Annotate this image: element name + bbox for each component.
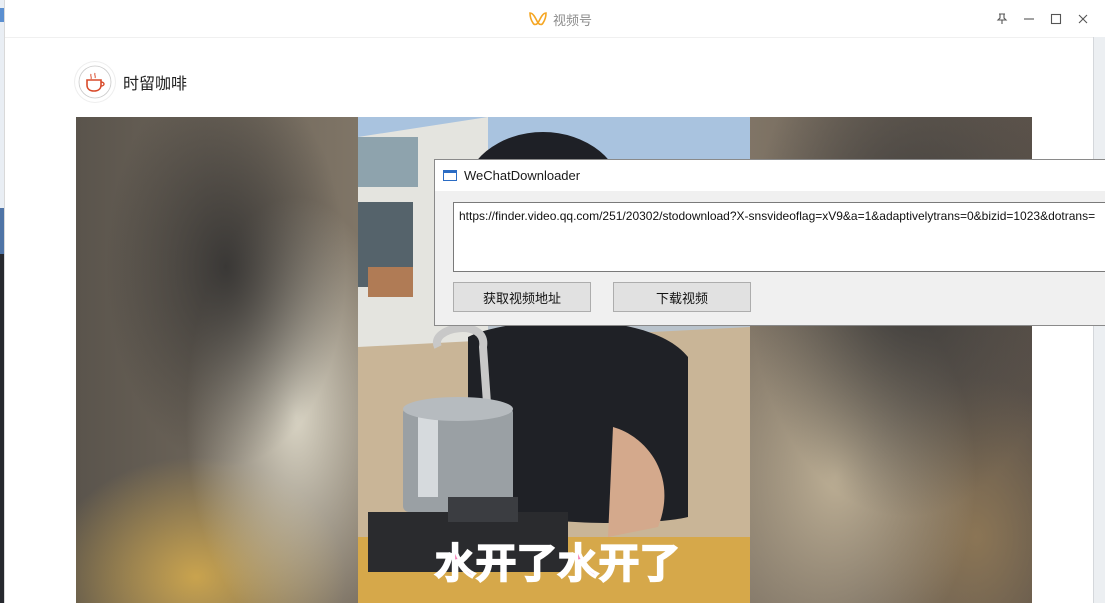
downloader-dialog: WeChatDownloader https://finder.video.qq… — [434, 159, 1105, 326]
dialog-titlebar[interactable]: WeChatDownloader — [435, 160, 1105, 191]
window-titlebar[interactable]: 视频号 — [5, 0, 1105, 38]
channel-header[interactable]: 时留咖啡 — [75, 62, 187, 102]
window-title: 视频号 — [529, 9, 592, 29]
maximize-icon[interactable] — [1046, 9, 1066, 29]
window-title-text: 视频号 — [553, 13, 593, 29]
download-video-button[interactable]: 下载视频 — [613, 282, 751, 312]
channel-name[interactable]: 时留咖啡 — [123, 70, 187, 94]
get-video-address-button[interactable]: 获取视频地址 — [453, 282, 591, 312]
dialog-title: WeChatDownloader — [464, 168, 581, 183]
minimize-icon[interactable] — [1019, 9, 1039, 29]
window-app-icon — [443, 170, 457, 181]
channel-avatar[interactable] — [75, 62, 115, 102]
pin-icon[interactable] — [992, 9, 1012, 29]
video-url-textbox[interactable]: https://finder.video.qq.com/251/20302/st… — [453, 202, 1105, 272]
close-icon[interactable] — [1073, 9, 1093, 29]
channels-logo-icon — [529, 11, 547, 27]
window-controls — [991, 9, 1105, 29]
video-subtitle: 水开了水开了 — [434, 540, 681, 588]
coffee-logo-icon — [78, 65, 112, 99]
